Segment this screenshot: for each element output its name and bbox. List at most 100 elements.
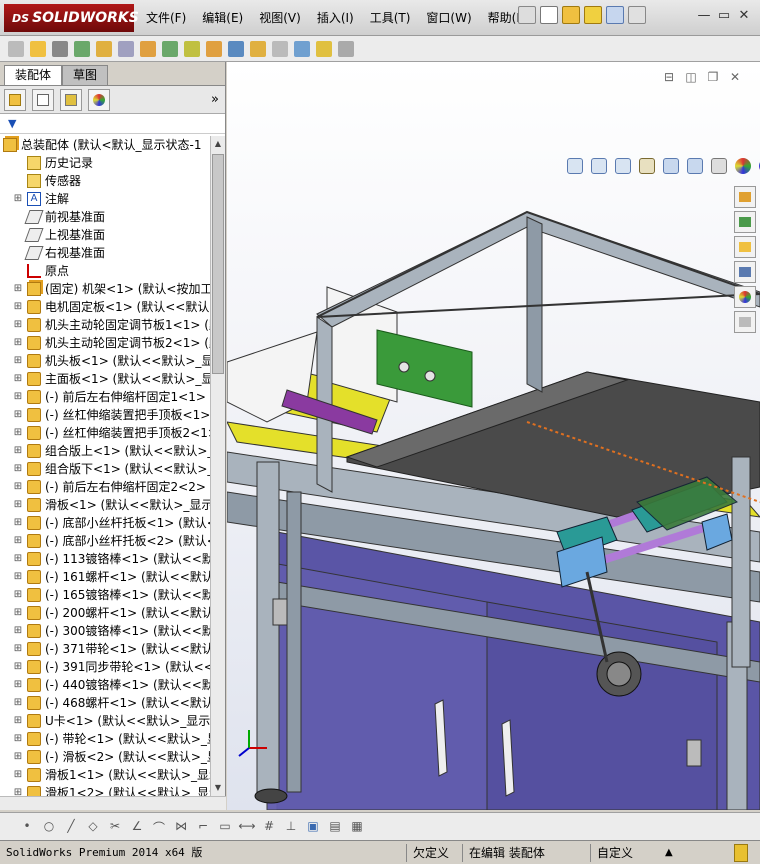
minimize-icon[interactable]: — [694,8,714,23]
smart-fasteners-icon[interactable] [96,40,112,57]
scroll-up-icon[interactable]: ▲ [211,136,225,152]
tree-item[interactable]: ⊞ (-) 391同步带轮<1> (默认<<默 [0,658,210,676]
expand-tabs-icon[interactable]: » [211,92,219,107]
exploded-view-icon[interactable] [250,40,266,57]
dimension-icon[interactable]: ⟷ [238,819,256,835]
rebuild-warning-icon[interactable] [584,6,602,24]
tree-item[interactable]: ⊞ (固定) 机架<1> (默认<按加工 [0,280,210,298]
expand-icon[interactable]: ⊞ [12,298,24,316]
tree-item[interactable]: ⊞ (-) 440镀铬棒<1> (默认<<默认 [0,676,210,694]
expand-icon[interactable]: ⊞ [12,676,24,694]
expand-icon[interactable]: ⊞ [12,694,24,712]
menu-insert[interactable]: 插入(I) [317,9,354,26]
expand-icon[interactable]: ⊞ [12,640,24,658]
instant3d-icon[interactable] [316,40,332,57]
circle-icon[interactable]: ○ [40,819,58,835]
interference-detection-icon[interactable] [294,40,310,57]
menu-file[interactable]: 文件(F) [146,9,186,26]
expand-icon[interactable]: ⊞ [12,622,24,640]
expand-icon[interactable]: ⊞ [12,316,24,334]
zoom-to-fit-icon[interactable] [567,158,583,174]
grid-icon[interactable]: # [260,819,278,835]
tree-item[interactable]: 右视基准面 [0,244,210,262]
expand-icon[interactable]: ⊞ [12,748,24,766]
tree-item[interactable]: 前视基准面 [0,208,210,226]
polygon-icon[interactable]: ◇ [84,819,102,835]
tree-item[interactable]: ⊞ 组合版下<1> (默认<<默认>_显示 [0,460,210,478]
edit-appearance-icon[interactable] [735,158,751,174]
expand-icon[interactable]: ⊞ [12,424,24,442]
expand-icon[interactable]: ⊞ [12,532,24,550]
expand-icon[interactable]: ⊞ [12,460,24,478]
expand-icon[interactable]: ⊞ [12,568,24,586]
quick-tips-icon[interactable] [734,844,748,862]
tree-item[interactable]: ⊞ 机头主动轮固定调节板1<1> (默 [0,316,210,334]
view-cube-icon[interactable]: ▣ [304,819,322,835]
scroll-down-icon[interactable]: ▼ [211,780,225,796]
tree-item[interactable]: ⊞ (-) 底部小丝杆托板<1> (默认< [0,514,210,532]
tree-item[interactable]: ⊞ (-) 113镀铬棒<1> (默认<<默认 [0,550,210,568]
tree-item[interactable]: ⊞ (-) 161螺杆<1> (默认<<默认>_ [0,568,210,586]
relation-icon[interactable]: ⊥ [282,819,300,835]
trim-icon[interactable]: ✂ [106,819,124,835]
feature-manager-icon[interactable] [4,88,26,111]
expand-icon[interactable]: ⊞ [12,658,24,676]
expand-icon[interactable]: ⊞ [12,550,24,568]
expand-icon[interactable]: ⊞ [12,730,24,748]
pin-icon[interactable] [518,6,536,24]
insert-component-icon[interactable] [8,40,24,57]
show-hidden-icon[interactable] [140,40,156,57]
open-folder-icon[interactable] [562,6,580,24]
line-icon[interactable]: ╱ [62,819,80,835]
expand-icon[interactable]: ⊞ [12,352,24,370]
tree-item[interactable]: ⊞ 主面板<1> (默认<<默认>_显示状 [0,370,210,388]
tree-item[interactable]: ⊞ 机头板<1> (默认<<默认>_显示状 [0,352,210,370]
custom-properties-icon[interactable] [734,311,756,333]
tree-item[interactable]: ⊞ 滑板1<1> (默认<<默认>_显示状 [0,766,210,784]
fillet-icon[interactable]: ⌒ [150,819,168,835]
tree-item[interactable]: ⊞ (-) 371带轮<1> (默认<<默认>_ [0,640,210,658]
tree-item[interactable]: ⊞ 机头主动轮固定调节板2<1> (默 [0,334,210,352]
split-vertical-icon[interactable]: ◫ [680,70,702,84]
tree-item[interactable]: ⊞ (-) 468螺杆<1> (默认<<默认>_ [0,694,210,712]
tree-item[interactable]: ⊞ (-) 底部小丝杆托板<2> (默认< [0,532,210,550]
explode-line-sketch-icon[interactable] [272,40,288,57]
expand-icon[interactable]: ⊞ [12,370,24,388]
open-component-icon[interactable] [30,40,46,57]
tree-filter[interactable]: ▼ [0,114,225,134]
solidworks-resources-icon[interactable] [734,186,756,208]
expand-icon[interactable]: ⊞ [12,514,24,532]
expand-icon[interactable]: ⊞ [12,280,24,298]
close-icon[interactable]: ✕ [734,8,754,23]
configuration-manager-icon[interactable] [60,88,82,111]
graphics-area[interactable]: ⊟ ◫ ❐ ✕ [227,62,760,810]
expand-icon[interactable]: ⊞ [12,604,24,622]
tree-item[interactable]: ⊞ (-) 300镀铬棒<1> (默认<<默认 [0,622,210,640]
restore-icon[interactable]: ▭ [714,8,734,23]
expand-icon[interactable]: ⊞ [12,388,24,406]
menu-tools[interactable]: 工具(T) [370,9,411,26]
appearances-icon[interactable] [734,286,756,308]
previous-view-icon[interactable] [615,158,631,174]
rectangle-icon[interactable]: ▭ [216,819,234,835]
view-orientation-icon[interactable] [663,158,679,174]
tree-item[interactable]: ⊞ U卡<1> (默认<<默认>_显示状态 [0,712,210,730]
tree-item[interactable]: 传感器 [0,172,210,190]
angle-icon[interactable]: ∠ [128,819,146,835]
tree-item[interactable]: ⊞ 组合版上<1> (默认<<默认>_显示 [0,442,210,460]
tree-item[interactable]: ⊞ (-) 丝杠伸缩装置把手顶板2<1> [0,424,210,442]
display-style-icon[interactable] [687,158,703,174]
viewport-restore-icon[interactable]: ❐ [702,70,724,84]
tree-item[interactable]: ⊞ A 注解 [0,190,210,208]
grid-table-icon[interactable]: ▦ [348,819,366,835]
view-palette-icon[interactable] [734,261,756,283]
assembly-features-icon[interactable] [162,40,178,57]
expand-icon[interactable]: ⊞ [12,406,24,424]
expand-icon[interactable]: ⊞ [12,334,24,352]
options-icon[interactable] [606,6,624,24]
expand-icon[interactable]: ⊞ [12,478,24,496]
move-component-icon[interactable] [118,40,134,57]
expand-icon[interactable]: ⊞ [12,784,24,796]
tree-item[interactable]: ⊞ 滑板<1> (默认<<默认>_显示状态 [0,496,210,514]
expand-icon[interactable]: ⊞ [12,190,24,208]
